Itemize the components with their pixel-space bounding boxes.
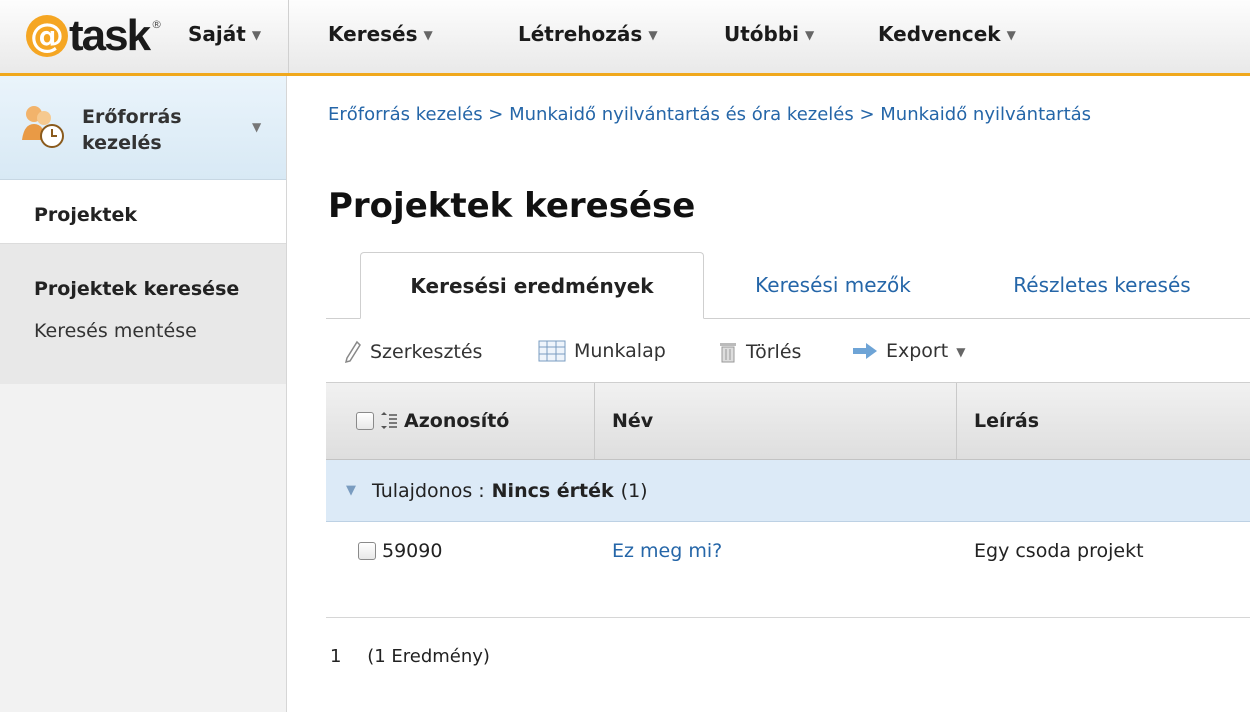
group-row[interactable]: ▼ Tulajdonos : Nincs érték (1): [326, 460, 1250, 522]
sidebar-item-projektek[interactable]: Projektek: [0, 180, 286, 244]
group-count: (1): [620, 479, 648, 502]
workspace-label: Erőforrás kezelés: [82, 104, 182, 156]
chevron-down-icon: ▼: [423, 28, 433, 42]
nav-kedvencek[interactable]: Kedvencek ▼: [878, 22, 1016, 46]
resource-management-icon: [22, 106, 64, 148]
chevron-down-icon: ▼: [251, 28, 262, 42]
chevron-down-icon: ▼: [252, 120, 262, 134]
tab-keresesi-eredmenyek[interactable]: Keresési eredmények: [360, 252, 704, 319]
nav-letrehozas[interactable]: Létrehozás ▼: [518, 22, 658, 46]
column-label: Név: [612, 410, 654, 432]
chevron-down-icon: ▼: [956, 345, 966, 359]
nav-label: Utóbbi: [724, 22, 800, 46]
nav-kereses[interactable]: Keresés ▼: [328, 22, 433, 46]
tab-reszletes-kereses[interactable]: Részletes keresés: [976, 252, 1228, 318]
delete-button[interactable]: Törlés: [718, 340, 801, 364]
workspace-selector[interactable]: Erőforrás kezelés ▼: [0, 76, 286, 180]
sidebar-submenu: Projektek keresése Keresés mentése: [0, 244, 286, 384]
toolbar: Szerkesztés Munkalap Törlés Export ▼: [326, 318, 1250, 382]
nav-separator: [288, 0, 289, 73]
delete-label: Törlés: [746, 341, 802, 363]
table-header: Azonosító Név Leírás: [326, 382, 1250, 460]
arrow-right-icon: [853, 343, 877, 359]
edit-button[interactable]: Szerkesztés: [344, 340, 482, 364]
chevron-down-icon: ▼: [805, 28, 815, 42]
task-logo[interactable]: @ task ®: [26, 12, 162, 60]
chevron-down-icon: ▼: [1006, 28, 1016, 42]
export-button[interactable]: Export ▼: [852, 340, 965, 362]
pencil-icon: [344, 340, 361, 364]
row-id: 59090: [382, 540, 443, 562]
column-divider: [594, 383, 595, 459]
sort-icon[interactable]: [380, 412, 398, 430]
row-description: Egy csoda projekt: [974, 540, 1144, 562]
registered-mark: ®: [151, 18, 163, 31]
column-header-azonosito[interactable]: Azonosító: [356, 383, 596, 459]
logo-text: task: [69, 11, 151, 60]
page-title: Projektek keresése: [328, 186, 696, 226]
sidebar: Erőforrás kezelés ▼ Projektek Projektek …: [0, 76, 287, 712]
grid-icon: [538, 340, 566, 362]
export-label: Export: [886, 340, 949, 362]
at-logo-icon: @: [26, 15, 68, 57]
column-label: Azonosító: [404, 410, 510, 432]
nav-label: Saját: [188, 22, 246, 46]
tab-keresesi-mezok[interactable]: Keresési mezők: [718, 252, 948, 318]
worksheet-button[interactable]: Munkalap: [538, 340, 666, 362]
column-divider: [956, 383, 957, 459]
divider: [326, 617, 1250, 618]
breadcrumb[interactable]: Erőforrás kezelés > Munkaidő nyilvántart…: [328, 104, 1250, 125]
sidebar-link-kereses-mentese[interactable]: Keresés mentése: [34, 320, 197, 342]
group-field-label: Tulajdonos :: [372, 479, 485, 502]
collapse-triangle-icon[interactable]: ▼: [346, 483, 356, 498]
project-name-link[interactable]: Ez meg mi?: [612, 540, 722, 562]
nav-label: Kedvencek: [878, 22, 1001, 46]
page-number[interactable]: 1: [330, 646, 341, 667]
pager: 1 (1 Eredmény): [330, 646, 490, 667]
workspace-label-line2: kezelés: [82, 132, 162, 154]
nav-utobbi[interactable]: Utóbbi ▼: [724, 22, 814, 46]
column-header-leiras[interactable]: Leírás: [974, 383, 1244, 459]
nav-sajat[interactable]: Saját ▼: [188, 22, 261, 46]
row-checkbox[interactable]: [358, 542, 376, 560]
table-row: 59090 Ez meg mi? Egy csoda projekt: [326, 522, 1250, 584]
edit-label: Szerkesztés: [370, 341, 483, 363]
worksheet-label: Munkalap: [574, 340, 666, 362]
group-value: Nincs érték: [491, 479, 614, 502]
chevron-down-icon: ▼: [648, 28, 658, 42]
nav-label: Létrehozás: [518, 22, 643, 46]
trash-icon: [720, 343, 736, 363]
sidebar-link-projektek-keresese[interactable]: Projektek keresése: [34, 278, 239, 300]
column-header-nev[interactable]: Név: [612, 383, 952, 459]
nav-label: Keresés: [328, 22, 418, 46]
column-label: Leírás: [974, 410, 1040, 432]
result-count: (1 Eredmény): [367, 646, 490, 667]
workspace-label-line1: Erőforrás: [82, 106, 182, 128]
select-all-checkbox[interactable]: [356, 412, 374, 430]
tab-bar: Keresési eredmények Keresési mezők Részl…: [326, 252, 1250, 319]
top-nav-bar: @ task ® Saját ▼ Keresés ▼ Létrehozás ▼ …: [0, 0, 1250, 76]
